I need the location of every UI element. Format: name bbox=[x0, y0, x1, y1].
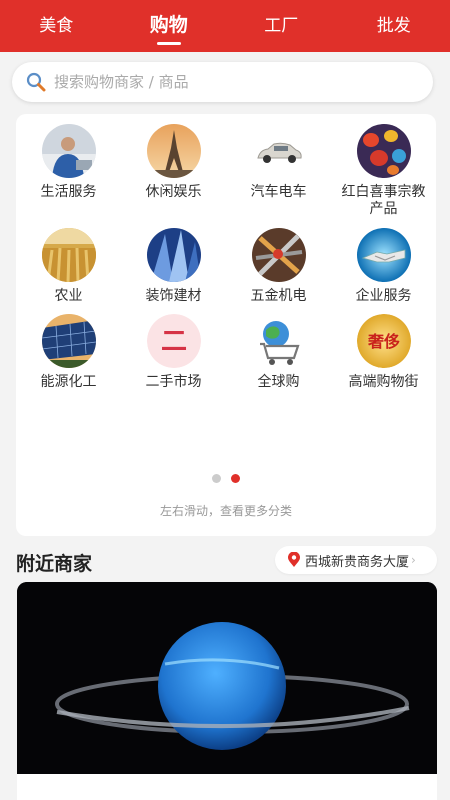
category-label: 五金机电 bbox=[250, 288, 307, 304]
location-pin-icon bbox=[288, 552, 300, 567]
svg-text:二: 二 bbox=[160, 327, 186, 357]
category-ceremony[interactable]: 红白喜事宗教产品 bbox=[331, 124, 436, 228]
page-dot[interactable] bbox=[212, 474, 221, 483]
category-label: 二手市场 bbox=[145, 374, 202, 390]
location-selector[interactable]: 西城新贵商务大厦 › bbox=[275, 546, 437, 574]
global-cart-icon bbox=[251, 314, 306, 368]
page-dot-active[interactable] bbox=[231, 474, 240, 483]
svg-text:奢侈: 奢侈 bbox=[366, 332, 399, 351]
tab-food[interactable]: 美食 bbox=[0, 0, 113, 52]
category-label: 企业服务 bbox=[355, 288, 412, 304]
shop-cover-image bbox=[17, 582, 437, 774]
category-global-purchase[interactable]: 全球购 bbox=[226, 314, 331, 400]
category-luxury[interactable]: 奢侈 高端购物街 bbox=[331, 314, 436, 400]
category-label: 高端购物街 bbox=[348, 374, 419, 390]
lantern-icon bbox=[356, 124, 411, 178]
category-second-hand[interactable]: 二 二手市场 bbox=[121, 314, 226, 400]
category-label: 休闲娱乐 bbox=[145, 184, 202, 200]
category-label: 装饰建材 bbox=[145, 288, 202, 304]
leisure-icon bbox=[146, 124, 201, 178]
location-label: 西城新贵商务大厦 bbox=[305, 554, 410, 570]
search-input[interactable] bbox=[54, 73, 394, 91]
search-bar[interactable] bbox=[12, 62, 433, 102]
search-icon bbox=[26, 72, 46, 92]
category-grid: 生活服务 休闲娱乐 汽车电车 红白喜事宗教产品 农业 装饰建材 五金机电 企业服… bbox=[16, 124, 436, 400]
category-label: 全球购 bbox=[257, 374, 300, 390]
category-label: 汽车电车 bbox=[250, 184, 307, 200]
category-label: 能源化工 bbox=[40, 374, 97, 390]
chevron-right-icon: › bbox=[411, 553, 416, 567]
category-card: 生活服务 休闲娱乐 汽车电车 红白喜事宗教产品 农业 装饰建材 五金机电 企业服… bbox=[16, 114, 436, 536]
solar-panel-icon bbox=[41, 314, 96, 368]
top-tab-bar: 美食 购物 工厂 批发 bbox=[0, 0, 450, 52]
tab-wholesale[interactable]: 批发 bbox=[338, 0, 450, 52]
nearby-shop-card[interactable] bbox=[17, 582, 437, 800]
tab-factory[interactable]: 工厂 bbox=[225, 0, 338, 52]
category-label: 农业 bbox=[54, 288, 83, 304]
page-indicator bbox=[16, 474, 436, 483]
life-service-icon bbox=[41, 124, 96, 178]
handshake-icon bbox=[356, 228, 411, 282]
category-energy[interactable]: 能源化工 bbox=[16, 314, 121, 400]
building-icon bbox=[146, 228, 201, 282]
second-hand-icon: 二 bbox=[146, 314, 201, 368]
category-building[interactable]: 装饰建材 bbox=[121, 228, 226, 314]
tab-shopping[interactable]: 购物 bbox=[113, 0, 226, 52]
category-car[interactable]: 汽车电车 bbox=[226, 124, 331, 228]
category-label: 生活服务 bbox=[40, 184, 97, 200]
category-leisure[interactable]: 休闲娱乐 bbox=[121, 124, 226, 228]
category-label: 红白喜事宗教产品 bbox=[341, 184, 426, 217]
category-agriculture[interactable]: 农业 bbox=[16, 228, 121, 314]
tools-icon bbox=[251, 228, 306, 282]
car-icon bbox=[251, 124, 306, 178]
nearby-section-title: 附近商家 bbox=[16, 553, 93, 575]
category-enterprise[interactable]: 企业服务 bbox=[331, 228, 436, 314]
category-life-service[interactable]: 生活服务 bbox=[16, 124, 121, 228]
swipe-hint: 左右滑动，查看更多分类 bbox=[159, 504, 292, 518]
category-hardware[interactable]: 五金机电 bbox=[226, 228, 331, 314]
luxury-icon: 奢侈 bbox=[356, 314, 411, 368]
wheat-icon bbox=[41, 228, 96, 282]
